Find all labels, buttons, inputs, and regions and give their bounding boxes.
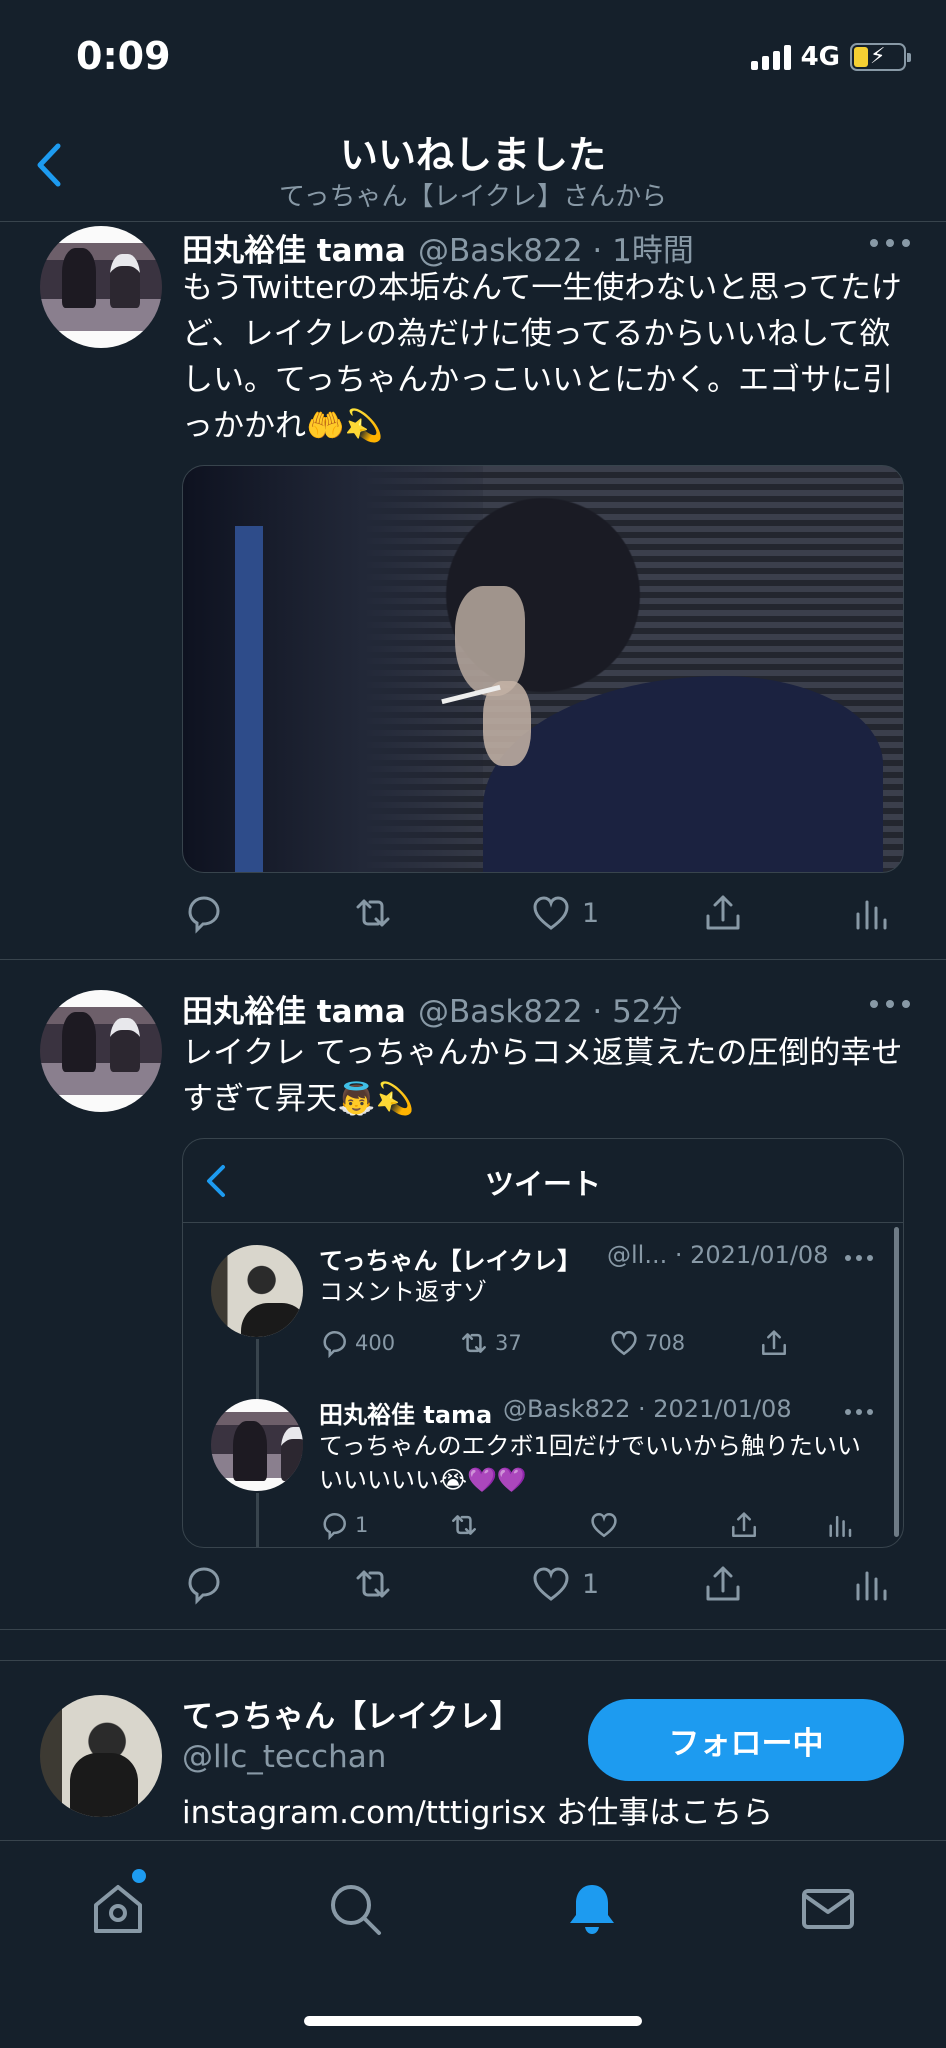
heart-icon: [591, 1513, 617, 1538]
retweet-button[interactable]: [352, 883, 404, 943]
avatar: [211, 1245, 303, 1337]
avatar[interactable]: [40, 1695, 162, 1817]
retweet-stat: 37: [459, 1323, 522, 1363]
like-stat: 708: [609, 1323, 685, 1363]
reply-icon: [323, 1513, 346, 1540]
share-icon: [732, 1512, 756, 1537]
home-indicator: [304, 2016, 642, 2026]
like-count: 1: [582, 1568, 600, 1600]
avatar: [211, 1399, 303, 1491]
profile-card[interactable]: てっちゃん【レイクレ】 @llc_tecchan instagram.com/t…: [0, 1660, 946, 1840]
page-title: いいねしました: [339, 133, 606, 177]
share-stat: [729, 1505, 759, 1545]
quoted-handle: @ll... · 2021/01/08: [607, 1241, 829, 1269]
tweet-handle: @Bask822 · 52分: [418, 994, 683, 1030]
status-time: 0:09: [76, 34, 171, 78]
reply-icon: [188, 896, 220, 934]
quoted-author-name: 田丸裕佳 tama: [319, 1401, 493, 1429]
like-count: 1: [582, 897, 600, 929]
profile-name[interactable]: てっちゃん【レイクレ】: [182, 1691, 521, 1736]
following-button[interactable]: フォロー中: [588, 1699, 904, 1781]
scrollbar: [894, 1227, 899, 1537]
network-label: 4G: [800, 42, 840, 72]
signal-icon: [750, 44, 791, 70]
retweet-icon: [356, 899, 390, 927]
avatar[interactable]: [40, 990, 162, 1112]
profile-bio: instagram.com/tttigrisx お仕事はこちら: [182, 1795, 774, 1831]
share-icon: [762, 1330, 786, 1355]
share-stat: [759, 1323, 789, 1363]
reply-count: 400: [355, 1331, 396, 1355]
tweet-actions: 1: [182, 883, 904, 943]
analytics-stat: [825, 1505, 855, 1545]
tweet-actions: 1: [182, 1554, 904, 1614]
battery-icon: ⚡: [850, 43, 911, 71]
retweet-count: 37: [495, 1331, 522, 1355]
retweet-icon: [462, 1333, 486, 1353]
quoted-handle: @Bask822 · 2021/01/08: [503, 1395, 792, 1423]
header: いいねしました てっちゃん【レイクレ】さんから: [0, 110, 946, 222]
like-button[interactable]: 1: [530, 1554, 599, 1614]
bell-icon[interactable]: [562, 1879, 622, 1939]
more-icon: [845, 1409, 873, 1417]
share-icon: [706, 1566, 740, 1601]
status-indicators: 4G ⚡: [750, 42, 911, 72]
tweet-text: もうTwitterの本垢なんて一生使わないと思ってたけど、レイクレの為だけに使っ…: [182, 270, 902, 444]
mail-icon[interactable]: [798, 1879, 858, 1939]
quoted-actions: 1: [319, 1505, 859, 1545]
reply-icon: [188, 1567, 220, 1605]
retweet-stat: [449, 1505, 479, 1545]
reply-stat: 1: [319, 1505, 368, 1545]
tweet-handle: @Bask822 · 1時間: [418, 233, 694, 269]
retweet-button[interactable]: [352, 1554, 404, 1614]
reply-icon: [323, 1331, 346, 1358]
tweet-text: レイクレ てっちゃんからコメ返貰えたの圧倒的幸せすぎて昇天👼💫: [182, 1035, 903, 1117]
analytics-button[interactable]: [850, 1554, 892, 1614]
reply-count: 1: [355, 1513, 369, 1537]
share-button[interactable]: [702, 1554, 744, 1614]
notification-dot: [132, 1869, 146, 1883]
quoted-screenshot[interactable]: ツイート てっちゃん【レイクレ】 @ll... · 2021/01/08 コメン…: [182, 1138, 904, 1548]
quoted-author-name: てっちゃん【レイクレ】: [319, 1247, 582, 1275]
retweet-icon: [356, 1570, 390, 1598]
thread-line: [256, 1339, 259, 1399]
status-bar: 0:09 4G ⚡: [0, 0, 946, 110]
quote-header: ツイート: [183, 1139, 903, 1223]
tweet[interactable]: 田丸裕佳 tama @Bask822 · 52分 レイクレ てっちゃんからコメ返…: [0, 960, 946, 1630]
like-stat: [589, 1505, 619, 1545]
more-icon: [845, 1255, 873, 1263]
home-icon[interactable]: [88, 1879, 148, 1939]
tweet-author-name[interactable]: 田丸裕佳 tama: [182, 986, 406, 1031]
analytics-icon: [829, 1515, 852, 1537]
reply-button[interactable]: [182, 1554, 234, 1614]
more-icon[interactable]: [870, 239, 910, 249]
analytics-icon: [856, 900, 887, 930]
profile-handle: @llc_tecchan: [182, 1739, 387, 1775]
tab-bar: [0, 1840, 946, 2048]
more-icon[interactable]: [870, 1000, 910, 1010]
heart-icon: [533, 1567, 569, 1601]
like-count: 708: [645, 1331, 686, 1355]
thread-line: [256, 1493, 259, 1547]
analytics-button[interactable]: [850, 883, 892, 943]
tweet[interactable]: 田丸裕佳 tama @Bask822 · 1時間 もうTwitterの本垢なんて…: [0, 223, 946, 960]
analytics-icon: [856, 1571, 887, 1601]
tweet-author-name[interactable]: 田丸裕佳 tama: [182, 225, 406, 270]
tweet-photo[interactable]: [182, 465, 904, 873]
retweet-icon: [452, 1515, 476, 1535]
reply-stat: 400: [319, 1323, 395, 1363]
quoted-actions: 400 37 708: [319, 1323, 859, 1363]
share-button[interactable]: [702, 883, 744, 943]
reply-button[interactable]: [182, 883, 234, 943]
quoted-text: てっちゃんのエクボ1回だけでいいから触りたいいいいいいい😭💜💜: [319, 1432, 861, 1494]
heart-icon: [533, 896, 569, 930]
search-icon[interactable]: [325, 1879, 385, 1939]
share-icon: [706, 895, 740, 930]
page-subtitle: てっちゃん【レイクレ】さんから: [279, 182, 667, 212]
avatar[interactable]: [40, 226, 162, 348]
quoted-text: コメント返すゾ: [319, 1278, 487, 1306]
quote-title: ツイート: [484, 1167, 601, 1201]
heart-icon: [611, 1331, 637, 1356]
like-button[interactable]: 1: [530, 883, 599, 943]
